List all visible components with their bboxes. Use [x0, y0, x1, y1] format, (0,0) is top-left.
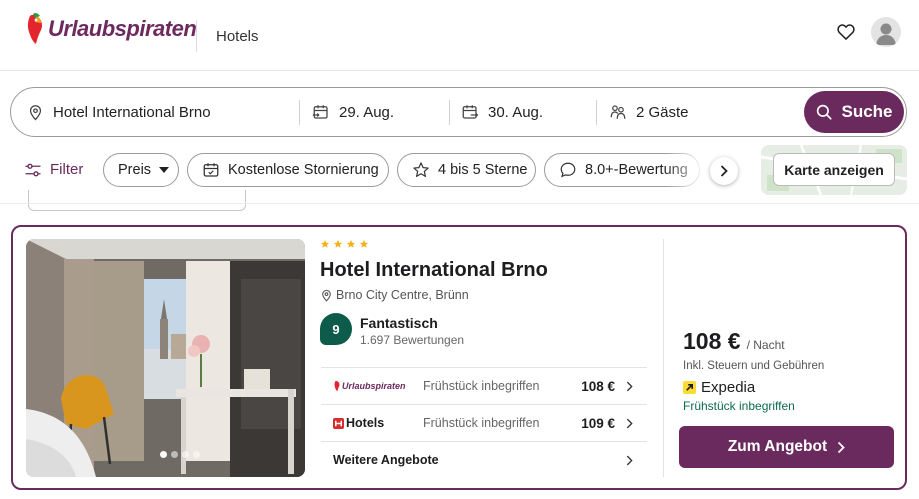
checkin-value: 29. Aug. — [339, 103, 395, 121]
chips-scroll-right-button[interactable] — [710, 157, 738, 185]
provider-logo-urlaubspiraten: Urlaubspiraten — [333, 380, 406, 392]
filter-button[interactable]: Filter — [24, 161, 83, 178]
chevron-right-icon — [720, 165, 728, 177]
checkin-field[interactable]: 29. Aug. — [312, 88, 394, 136]
search-button-label: Suche — [841, 102, 893, 121]
chip-price[interactable]: Preis — [103, 153, 179, 187]
guests-value: 2 Gäste — [636, 103, 689, 121]
price-per-night: / Nacht — [746, 338, 785, 352]
hotels-logo-icon — [333, 417, 344, 429]
hotel-location-text: Brno City Centre, Brünn — [336, 288, 469, 302]
offer-row[interactable]: Urlaubspiraten Frühstück inbegriffen 108… — [321, 367, 647, 404]
header-divider — [196, 20, 197, 52]
filter-bar: Filter Preis Kostenlose Stornierung 4 bi… — [0, 145, 919, 195]
location-pin-icon — [322, 289, 331, 302]
map-preview[interactable]: Karte anzeigen — [761, 145, 907, 195]
star-icon — [346, 239, 356, 248]
top-header: Urlaubspiraten Hotels — [0, 0, 919, 71]
offer-inclusion: Frühstück inbegriffen — [423, 416, 540, 430]
best-price-amount: 108 € — [683, 328, 741, 354]
user-avatar-icon[interactable] — [871, 17, 901, 47]
best-provider: Expedia — [683, 379, 755, 396]
offer-inclusion: Frühstück inbegriffen — [423, 379, 540, 393]
taxes-note: Inkl. Steuern und Gebühren — [683, 360, 825, 372]
carousel-dot[interactable] — [160, 451, 167, 458]
rating-score-badge: 9 — [320, 313, 352, 345]
hotel-card[interactable]: Hotel International Brno Brno City Centr… — [11, 225, 907, 490]
checkout-value: 30. Aug. — [488, 103, 544, 121]
hotel-name[interactable]: Hotel International Brno — [320, 259, 548, 282]
chip-free-cancellation-label: Kostenlose Stornierung — [228, 162, 379, 178]
chip-free-cancellation[interactable]: Kostenlose Stornierung — [187, 153, 389, 187]
card-divider — [663, 239, 664, 477]
carousel-dot[interactable] — [193, 451, 200, 458]
chip-star-rating-label: 4 bis 5 Sterne — [438, 162, 528, 178]
hotel-location: Brno City Centre, Brünn — [320, 288, 469, 302]
more-offers-label: Weitere Angebote — [333, 453, 439, 467]
chevron-down-icon — [159, 167, 170, 173]
previous-element-edge — [28, 190, 246, 211]
favorites-heart-icon[interactable] — [836, 22, 856, 42]
checkout-field[interactable]: 30. Aug. — [461, 88, 543, 136]
search-icon — [817, 104, 833, 120]
hotel-photo[interactable] — [26, 239, 305, 477]
chevron-right-icon — [626, 381, 633, 392]
provider-name: Urlaubspiraten — [342, 381, 406, 391]
section-divider — [0, 203, 919, 204]
guests-icon — [610, 105, 626, 119]
more-offers-row[interactable]: Weitere Angebote — [321, 441, 647, 478]
brand-logo[interactable]: Urlaubspiraten — [24, 12, 197, 46]
chevron-right-icon — [626, 418, 633, 429]
view-deal-button[interactable]: Zum Angebot — [679, 426, 894, 468]
star-icon — [320, 239, 330, 248]
hotel-room-image — [26, 239, 305, 477]
chips-fade — [664, 150, 709, 194]
offer-row[interactable]: Hotels Frühstück inbegriffen 109 € — [321, 404, 647, 441]
search-divider — [299, 100, 300, 125]
destination-field[interactable]: Hotel International Brno — [27, 88, 211, 136]
sliders-icon — [25, 163, 41, 176]
offer-price: 109 € — [581, 415, 615, 431]
destination-value: Hotel International Brno — [53, 103, 211, 121]
view-deal-label: Zum Angebot — [727, 438, 828, 455]
provider-logo-hotels: Hotels — [333, 416, 384, 430]
calendar-check-icon — [203, 163, 219, 177]
carousel-dot[interactable] — [171, 451, 178, 458]
hotel-star-rating — [320, 239, 369, 249]
best-price: 108 € / Nacht — [683, 328, 785, 355]
star-icon — [359, 239, 369, 248]
calendar-arrow-out-icon — [462, 105, 479, 119]
parrot-logo-icon — [334, 381, 340, 392]
provider-name: Hotels — [346, 416, 385, 430]
chevron-right-icon — [626, 455, 633, 466]
chip-star-rating[interactable]: 4 bis 5 Sterne — [397, 153, 536, 187]
section-title[interactable]: Hotels — [216, 28, 259, 45]
star-icon — [413, 162, 429, 177]
parrot-logo-icon — [27, 12, 42, 44]
best-offer-inclusion: Frühstück inbegriffen — [683, 399, 795, 413]
expedia-logo-icon — [683, 381, 696, 394]
photo-carousel-dots[interactable] — [160, 451, 200, 458]
star-icon — [333, 239, 343, 248]
show-map-button[interactable]: Karte anzeigen — [773, 153, 895, 186]
carousel-dot[interactable] — [182, 451, 189, 458]
filter-button-label: Filter — [50, 161, 84, 178]
chat-bubble-icon — [560, 162, 576, 178]
guests-field[interactable]: 2 Gäste — [609, 88, 689, 136]
rating-label: Fantastisch — [360, 315, 438, 331]
search-button[interactable]: Suche — [804, 91, 904, 133]
best-provider-name: Expedia — [701, 379, 756, 396]
search-bar: Hotel International Brno 29. Aug. 30. Au… — [10, 87, 907, 137]
chip-price-label: Preis — [118, 162, 152, 178]
search-divider — [596, 100, 597, 125]
brand-name: Urlaubspiraten — [48, 16, 197, 41]
calendar-arrow-in-icon — [312, 105, 328, 119]
offer-price: 108 € — [581, 378, 615, 394]
chevron-right-icon — [838, 441, 845, 453]
review-count[interactable]: 1.697 Bewertungen — [360, 333, 464, 347]
search-divider — [449, 100, 450, 125]
location-pin-icon — [29, 104, 42, 121]
